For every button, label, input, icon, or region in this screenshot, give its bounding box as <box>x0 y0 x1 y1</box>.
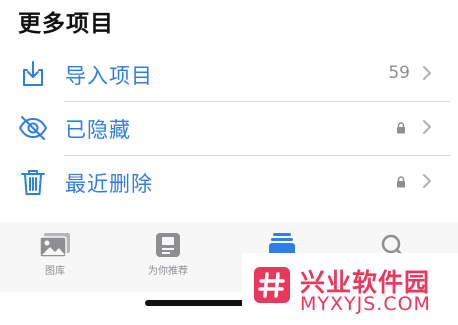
trash-icon <box>21 170 45 195</box>
chevron-right-icon <box>423 120 431 134</box>
row-label: 导入项目 <box>65 64 153 88</box>
watermark: 兴业软件园 MYXYJS.COM <box>242 253 458 325</box>
lock-icon <box>397 176 405 188</box>
for-you-icon <box>156 233 180 257</box>
watermark-url: MYXYJS.COM <box>300 293 431 315</box>
row-hidden[interactable]: 已隐藏 <box>0 101 458 155</box>
section-title: 更多项目 <box>18 11 114 37</box>
tab-for-you[interactable]: 为你推荐 <box>128 232 208 277</box>
chevron-right-icon <box>423 66 431 80</box>
row-imports[interactable]: 导入项目 59 <box>0 47 458 101</box>
tab-library[interactable]: 图库 <box>15 232 95 277</box>
import-icon <box>23 61 43 86</box>
row-recently-deleted[interactable]: 最近删除 <box>0 155 458 209</box>
row-label: 最近删除 <box>65 172 153 196</box>
tab-label: 图库 <box>45 266 65 277</box>
photos-icon <box>39 233 70 258</box>
tab-label: 为你推荐 <box>148 266 188 277</box>
row-label: 已隐藏 <box>65 118 131 142</box>
lock-icon <box>397 122 405 134</box>
item-count: 59 <box>388 63 410 83</box>
eye-slash-icon <box>19 116 47 140</box>
more-items-panel: 更多项目 导入项目 59 已隐藏 最近删除 图库 为你推荐 兴业软件园 MYXY… <box>0 0 458 325</box>
chevron-right-icon <box>423 174 431 188</box>
hash-logo-icon <box>254 267 290 303</box>
